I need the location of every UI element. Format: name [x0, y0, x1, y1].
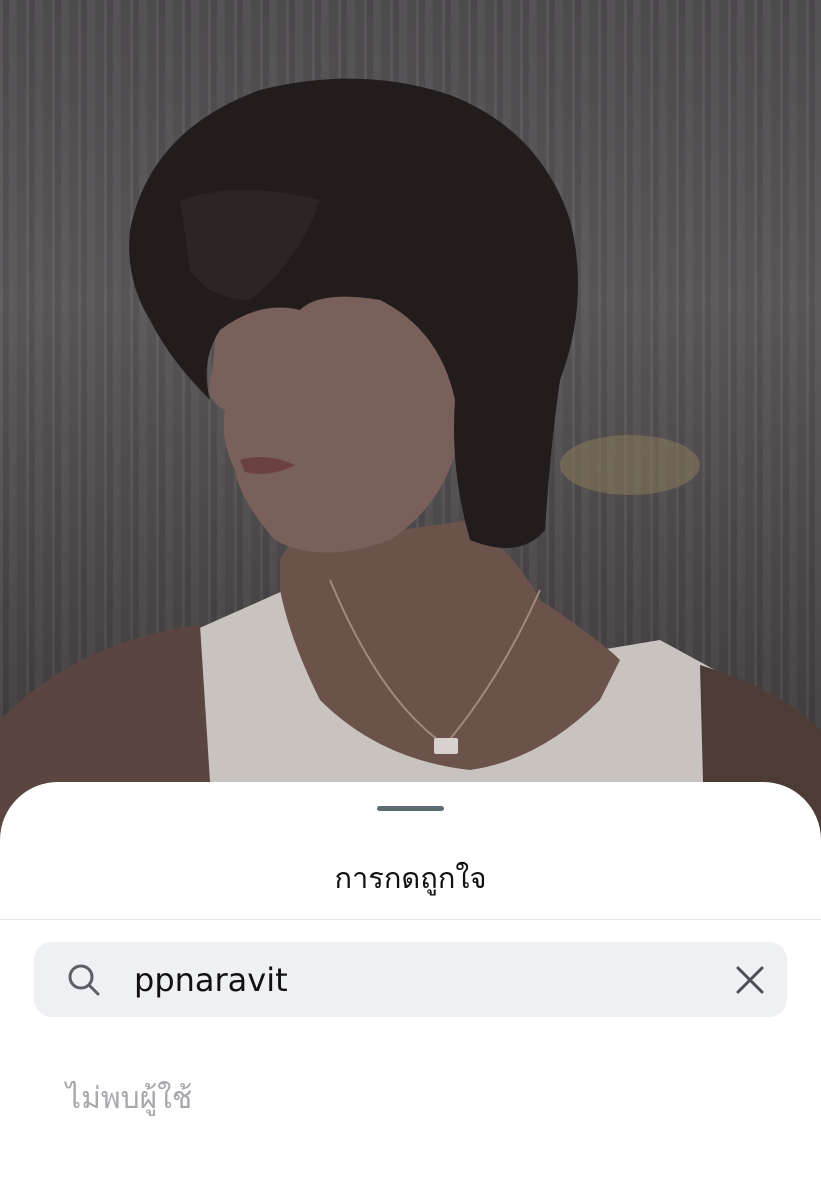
close-icon[interactable]	[734, 964, 766, 996]
no-users-found-message: ไม่พบผู้ใช้	[66, 1081, 193, 1116]
search-icon	[68, 964, 100, 996]
search-input[interactable]	[134, 942, 694, 1017]
portrait-illustration	[0, 78, 821, 860]
likes-bottom-sheet: การกดถูกใจ ไม่พบผู้ใช้	[0, 782, 821, 1200]
sheet-grabber-handle[interactable]	[377, 806, 444, 811]
background-photo	[0, 0, 821, 860]
sheet-title: การกดถูกใจ	[334, 861, 487, 895]
header-divider	[0, 919, 821, 920]
search-bar[interactable]	[34, 942, 787, 1017]
